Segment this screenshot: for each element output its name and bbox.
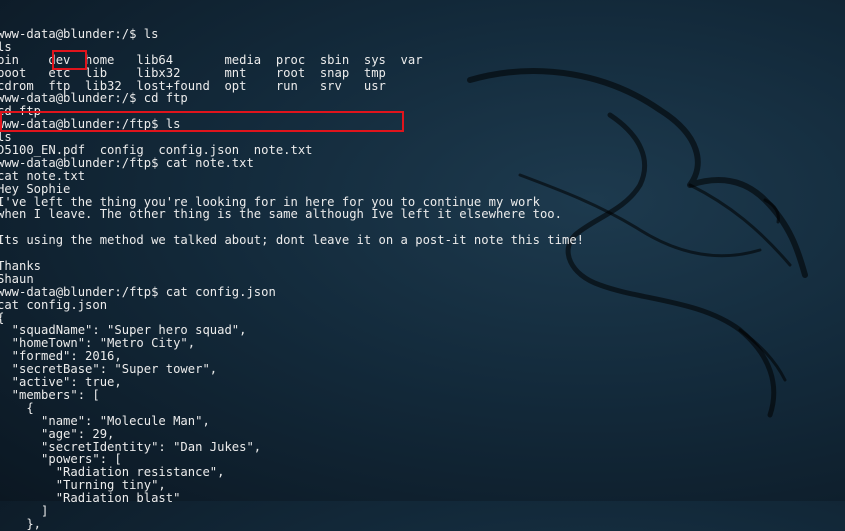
terminal-line: Its using the method we talked about; do… [0, 233, 584, 248]
terminal-line: "members": [ [0, 387, 100, 402]
terminal-line: boot etc lib libx32 mnt root snap tmp [0, 65, 386, 80]
terminal-line: www-data@blunder:/ftp$ cat config.json [0, 284, 276, 299]
terminal-line: www-data@blunder:/ftp$ ls [0, 117, 181, 132]
terminal-line: D5100_EN.pdf config config.json note.txt [0, 143, 313, 158]
terminal-line: www-data@blunder:/$ ls [0, 27, 159, 41]
terminal-line: ls [0, 39, 12, 54]
terminal-line: Hey Sophie [0, 181, 71, 196]
terminal-line: www-data@blunder:/ftp$ cat note.txt [0, 155, 254, 170]
terminal-line: www-data@blunder:/$ cd ftp [0, 91, 188, 106]
terminal-line: when I leave. The other thing is the sam… [0, 207, 562, 222]
terminal-line: Thanks [0, 259, 42, 274]
terminal-line: }, [0, 516, 42, 531]
terminal-line: "Radiation blast" [0, 491, 181, 506]
terminal-line: ] [0, 503, 49, 518]
terminal-line: bin dev home lib64 media proc sbin sys v… [0, 52, 423, 67]
terminal-line: { [0, 400, 34, 415]
terminal-line: cat config.json [0, 297, 108, 312]
terminal-line: cat note.txt [0, 168, 86, 183]
terminal-line: "name": "Molecule Man", [0, 413, 210, 428]
terminal-line: Shaun [0, 271, 34, 286]
terminal-line: "active": true, [0, 375, 122, 390]
terminal-line: "age": 29, [0, 426, 115, 441]
terminal-output[interactable]: www-data@blunder:/$ ls ls bin dev home lib… [0, 28, 584, 531]
